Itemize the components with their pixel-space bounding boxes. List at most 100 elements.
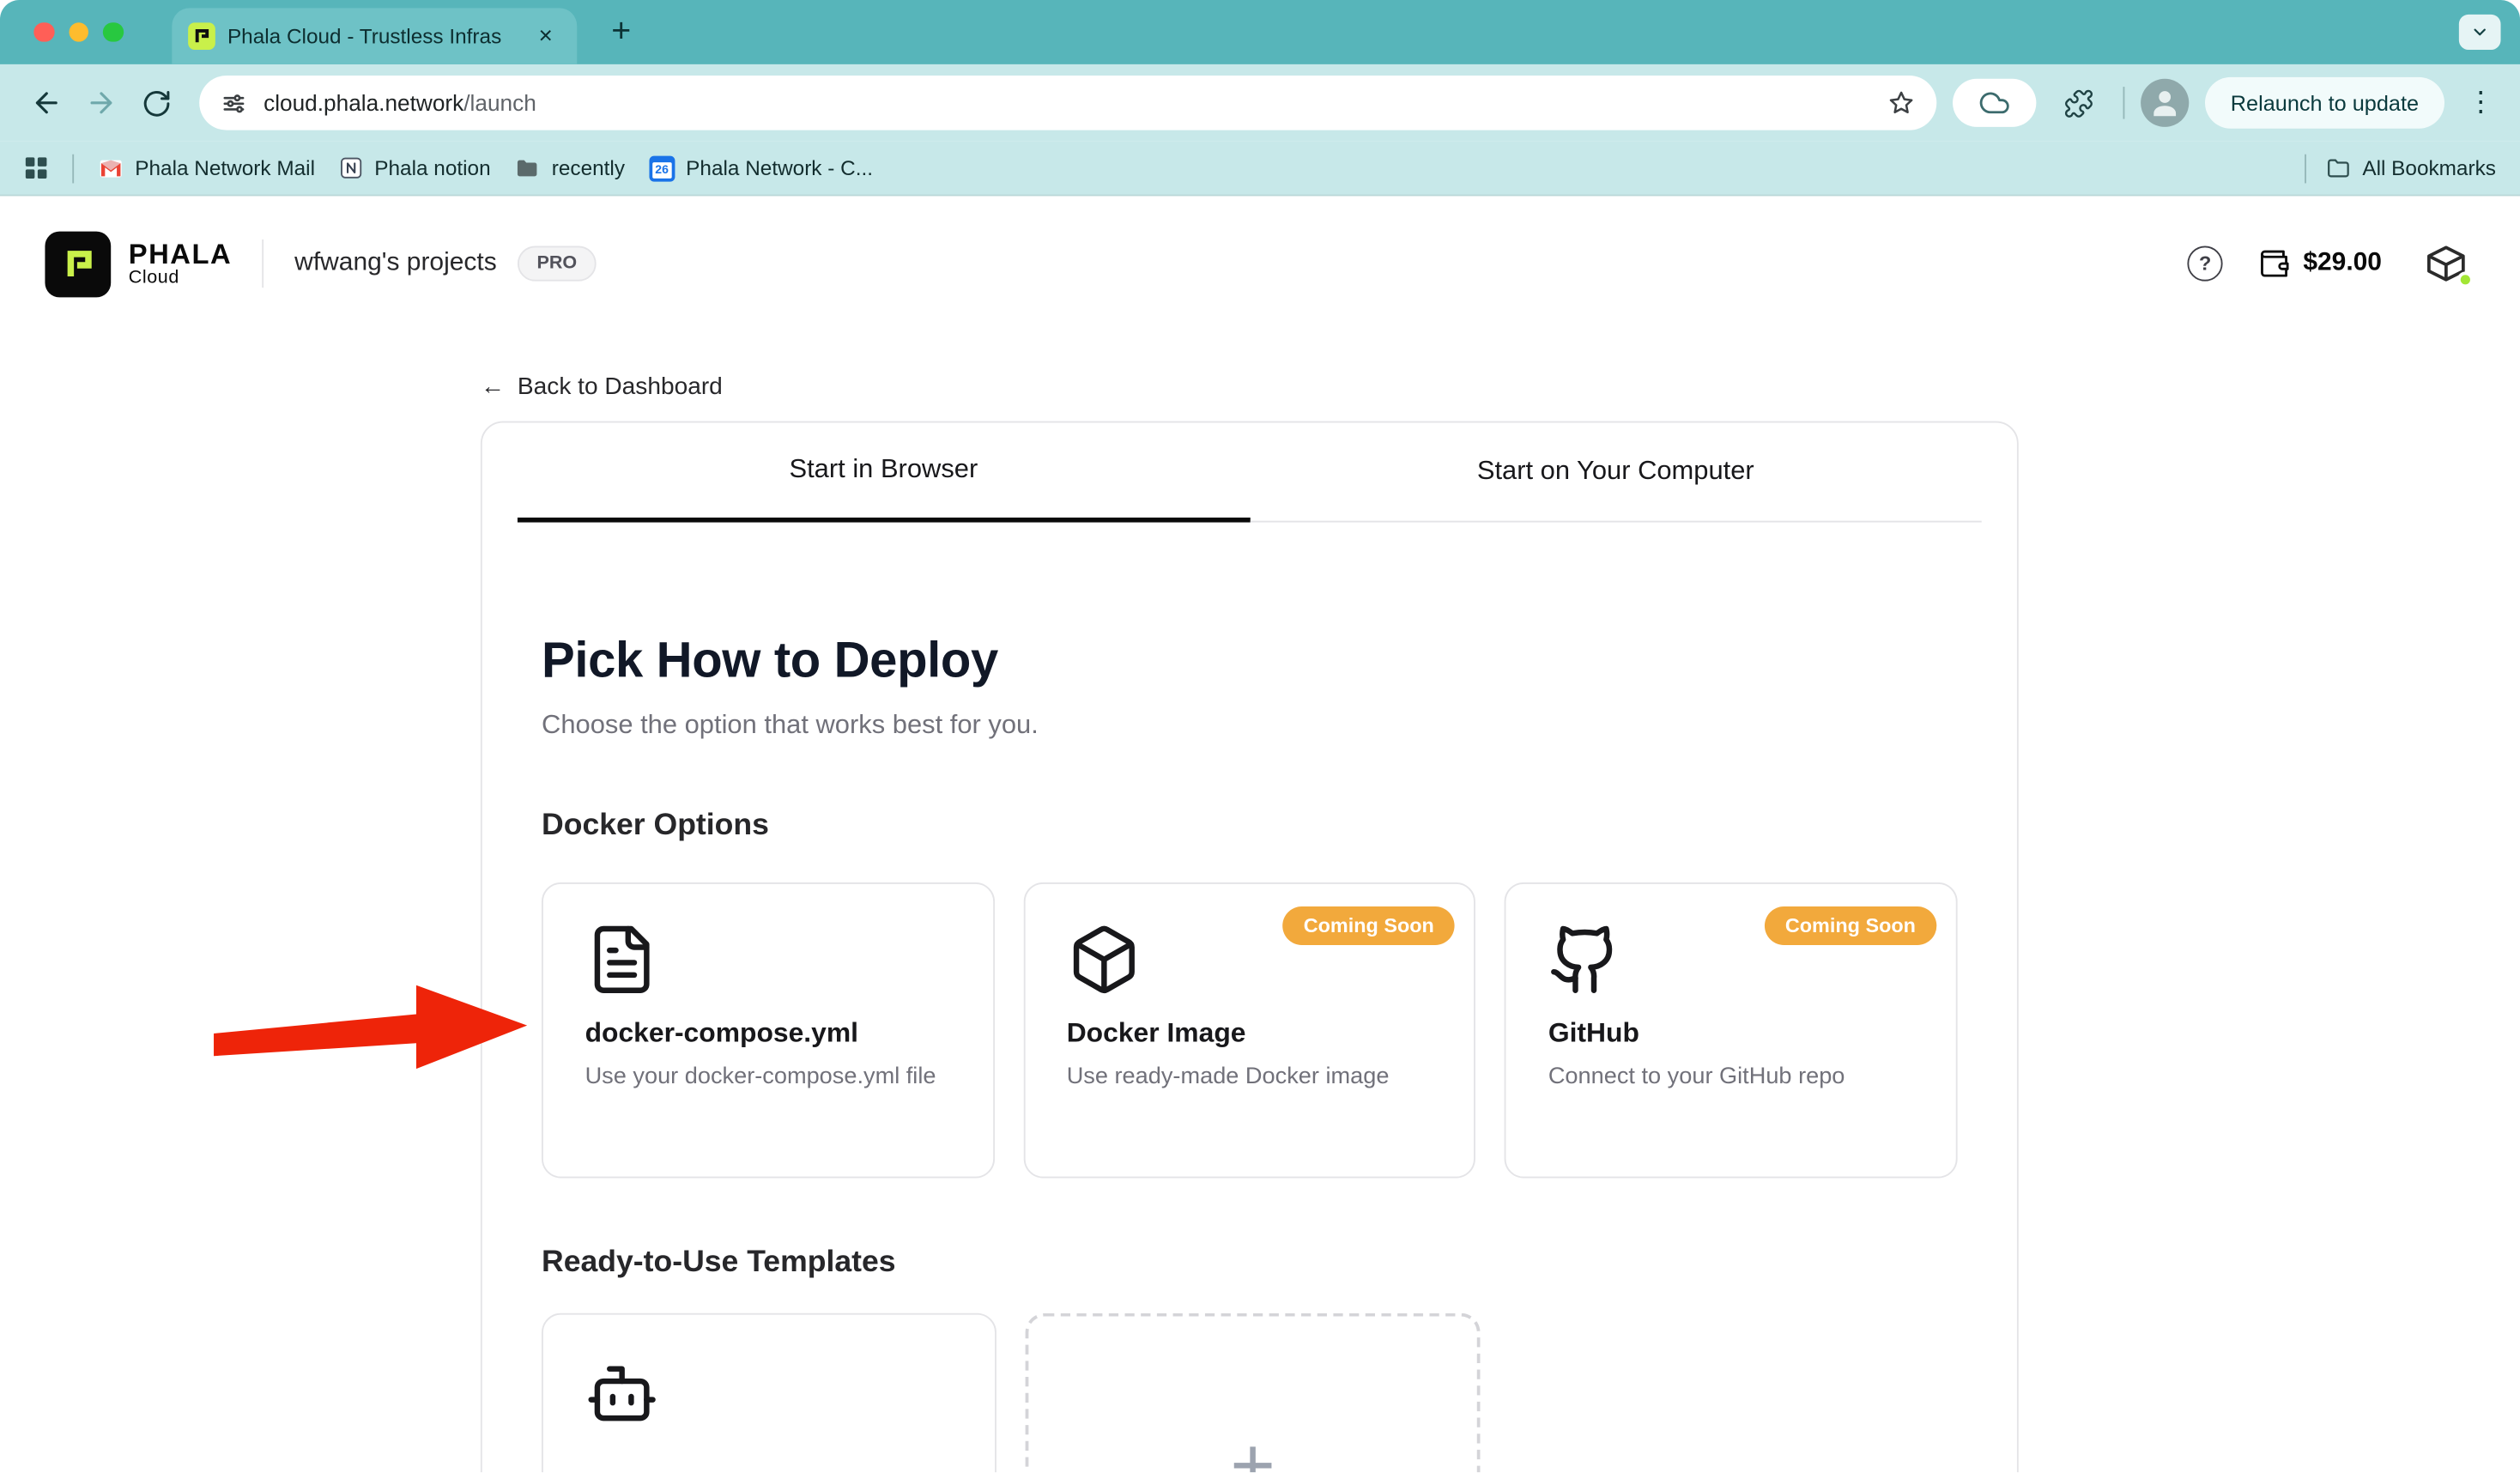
bookmark-label: Phala notion [374, 156, 490, 180]
bookmarks-bar: Phala Network Mail Phala notion recently… [0, 142, 2520, 197]
browser-menu-button[interactable]: ⋮ [2461, 87, 2501, 118]
tab-search-button[interactable] [2459, 15, 2501, 50]
page-title: Pick How to Deploy [542, 632, 1958, 689]
all-bookmarks-button[interactable]: All Bookmarks [2325, 155, 2496, 181]
option-title: GitHub [1548, 1017, 1914, 1049]
brand-text: PHALA Cloud [129, 239, 232, 288]
coming-soon-badge: Coming Soon [1282, 906, 1455, 945]
brand-name: PHALA [129, 239, 232, 269]
bookmark-star-button[interactable] [1887, 88, 1916, 118]
phala-cloud-page: PHALA Cloud wfwang's projects PRO ? $29.… [0, 196, 2520, 1472]
url-text: cloud.phala.network/launch [264, 90, 536, 116]
bookmark-item-recently[interactable]: recently [515, 155, 625, 181]
bookmark-item-calendar[interactable]: 26 Phala Network - C... [649, 155, 873, 181]
forward-arrow-icon [85, 87, 117, 118]
github-icon [1548, 923, 1622, 997]
balance-amount: $29.00 [2303, 249, 2382, 278]
templates-heading: Ready-to-Use Templates [542, 1246, 1958, 1281]
option-description: Connect to your GitHub repo [1548, 1061, 1910, 1094]
cloud-icon [1978, 87, 2010, 118]
bookmark-label: Phala Network - C... [686, 156, 873, 180]
extensions-button[interactable] [2052, 76, 2107, 130]
folder-icon [515, 155, 541, 181]
template-card-agent[interactable] [542, 1313, 996, 1472]
site-header: PHALA Cloud wfwang's projects PRO ? $29.… [0, 196, 2520, 330]
tab-start-in-browser[interactable]: Start in Browser [518, 422, 1250, 522]
deploy-card-body: Pick How to Deploy Choose the option tha… [482, 523, 2017, 1473]
url-host: cloud.phala.network [264, 90, 463, 116]
option-github[interactable]: Coming Soon GitHub Connect to your GitHu… [1505, 882, 1957, 1179]
relaunch-to-update-button[interactable]: Relaunch to update [2205, 77, 2444, 129]
folder-icon [2325, 155, 2351, 181]
tab-start-on-computer[interactable]: Start on Your Computer [1250, 422, 1982, 522]
account-avatar[interactable] [2417, 234, 2475, 292]
page-subtitle: Choose the option that works best for yo… [542, 711, 1958, 742]
bookmark-item-notion[interactable]: Phala notion [339, 156, 491, 180]
file-text-icon [585, 923, 659, 997]
reload-button[interactable] [129, 76, 184, 130]
status-dot [2457, 271, 2474, 288]
site-settings-icon[interactable] [221, 89, 248, 117]
deploy-mode-tabs: Start in Browser Start on Your Computer [482, 422, 2017, 522]
help-button[interactable]: ? [2188, 246, 2223, 281]
option-description: Use your docker-compose.yml file [585, 1061, 947, 1094]
option-title: Docker Image [1067, 1017, 1433, 1049]
header-divider [263, 239, 264, 288]
tab-title: Phala Cloud - Trustless Infras [227, 24, 504, 48]
calendar-day: 26 [652, 161, 671, 178]
question-icon: ? [2199, 252, 2211, 275]
person-icon [2147, 85, 2182, 120]
toolbar-right-cluster: Relaunch to update ⋮ [1953, 76, 2501, 130]
add-template-card[interactable]: + [1026, 1313, 1481, 1472]
plus-icon: + [1230, 1421, 1275, 1472]
zoom-window-button[interactable] [103, 22, 123, 42]
bookmark-item-mail[interactable]: Phala Network Mail [98, 155, 315, 181]
window-controls [0, 22, 123, 42]
chevron-down-icon [2470, 22, 2489, 41]
plan-badge: PRO [518, 246, 597, 281]
apps-grid-icon[interactable] [24, 156, 48, 180]
balance-display[interactable]: $29.00 [2258, 247, 2382, 279]
back-to-dashboard-link[interactable]: ← Back to Dashboard [481, 373, 2520, 400]
all-bookmarks-label: All Bookmarks [2362, 156, 2496, 180]
left-arrow-icon: ← [481, 373, 505, 400]
close-window-button[interactable] [33, 22, 53, 42]
docker-options-heading: Docker Options [542, 809, 1958, 844]
project-selector[interactable]: wfwang's projects [294, 249, 497, 278]
option-docker-compose[interactable]: docker-compose.yml Use your docker-compo… [542, 882, 994, 1179]
profile-avatar[interactable] [2141, 79, 2189, 127]
bookmarks-separator [2305, 154, 2306, 183]
bookmark-label: Phala Network Mail [135, 156, 315, 180]
option-docker-image[interactable]: Coming Soon Docker Image Use ready-made … [1023, 882, 1475, 1179]
calendar-icon: 26 [649, 155, 675, 181]
option-title: docker-compose.yml [585, 1017, 951, 1049]
puzzle-icon [2064, 88, 2095, 118]
url-bar[interactable]: cloud.phala.network/launch [199, 76, 1936, 130]
back-arrow-icon [31, 87, 63, 118]
forward-button[interactable] [74, 76, 129, 130]
browser-toolbar: cloud.phala.network/launch Relaunch to u… [0, 64, 2520, 142]
bookmarks-right: All Bookmarks [2305, 154, 2496, 183]
bot-icon [585, 1356, 659, 1430]
box-icon [1067, 923, 1141, 997]
sync-status-button[interactable] [1953, 79, 2036, 127]
phala-logo[interactable] [45, 231, 111, 297]
minimize-window-button[interactable] [69, 22, 88, 42]
browser-tab[interactable]: Phala Cloud - Trustless Infras × [171, 8, 576, 64]
notion-icon [339, 156, 363, 180]
back-button[interactable] [19, 76, 74, 130]
star-icon [1887, 88, 1916, 118]
bookmark-label: recently [552, 156, 625, 180]
coming-soon-badge: Coming Soon [1765, 906, 1937, 945]
gmail-icon [98, 155, 124, 181]
phala-logo-icon [57, 243, 99, 285]
back-link-label: Back to Dashboard [518, 373, 723, 400]
tab-close-icon[interactable]: × [531, 21, 560, 51]
docker-options-row: docker-compose.yml Use your docker-compo… [542, 882, 1958, 1179]
option-description: Use ready-made Docker image [1067, 1061, 1428, 1094]
phala-favicon-icon [187, 22, 215, 50]
deploy-card: Start in Browser Start on Your Computer … [481, 421, 2019, 1473]
new-tab-button[interactable]: + [598, 9, 643, 54]
header-right: ? $29.00 [2188, 234, 2475, 292]
bookmarks-separator [72, 154, 74, 183]
